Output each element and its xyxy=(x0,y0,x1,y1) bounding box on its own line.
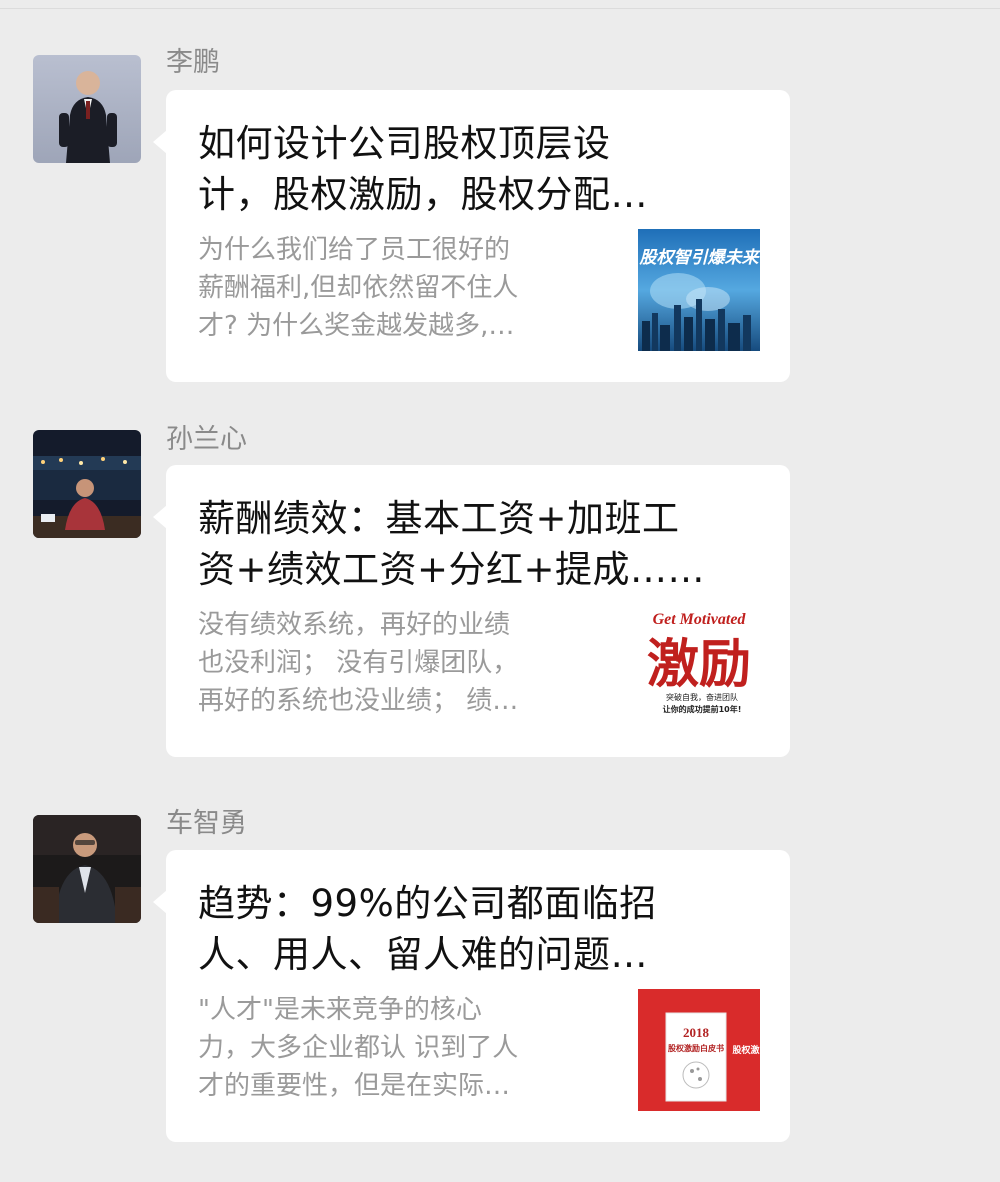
avatar[interactable] xyxy=(33,815,141,923)
card-description: "人才"是未来竞争的核心 力，大多企业都认 识到了人 才的重要性，但是在实际… xyxy=(198,995,519,1101)
avatar-photo-man-seated xyxy=(33,815,141,923)
card-description: 没有绩效系统，再好的业绩 也没利润； 没有引爆团队， 再好的系统也没业绩； 绩… xyxy=(198,610,519,716)
card-description: 为什么我们给了员工很好的 薪酬福利,但却依然留不住人 才? 为什么奖金越发越多,… xyxy=(198,235,519,341)
white-paper-book-thumbnail: 2018 股权激励白皮书 股权激 xyxy=(638,989,760,1111)
card-title: 薪酬绩效：基本工资+加班工 资+绩效工资+分红+提成…… xyxy=(198,497,706,591)
thumbnail-side-title: 股权激 xyxy=(732,1044,759,1056)
get-motivated-book-thumbnail: Get Motivated 激励 突破自我，奋进团队 让你的成功提前10年! xyxy=(638,604,760,726)
sender-name: 孙兰心 xyxy=(166,424,247,455)
card-title: 趋势：99%的公司都面临招 人、用人、留人难的问题… xyxy=(198,882,657,976)
sender-name: 车智勇 xyxy=(166,808,247,839)
link-card[interactable]: 趋势：99%的公司都面临招 人、用人、留人难的问题… "人才"是未来竞争的核心 … xyxy=(153,850,790,1142)
card-thumbnail: Get Motivated 激励 突破自我，奋进团队 让你的成功提前10年! xyxy=(638,604,760,726)
thumbnail-text: 股权智引爆未来 xyxy=(639,248,761,267)
avatar[interactable] xyxy=(33,55,141,163)
top-divider xyxy=(0,8,1000,9)
thumbnail-cn-title: 激励 xyxy=(647,635,751,695)
avatar[interactable] xyxy=(33,430,141,538)
sender-name: 李鹏 xyxy=(166,47,220,78)
city-skyline-thumbnail: 股权智引爆未来 xyxy=(638,229,760,351)
thumbnail-book-title: 股权激励白皮书 xyxy=(668,1043,724,1053)
link-card[interactable]: 如何设计公司股权顶层设 计，股权激励，股权分配… 为什么我们给了员工很好的 薪酬… xyxy=(153,90,790,382)
card-thumbnail: 股权智引爆未来 xyxy=(638,229,760,351)
link-card[interactable]: 薪酬绩效：基本工资+加班工 资+绩效工资+分红+提成…… 没有绩效系统，再好的业… xyxy=(153,465,790,757)
thumbnail-line2: 让你的成功提前10年! xyxy=(663,704,742,714)
avatar-photo-man-in-suit xyxy=(33,55,141,163)
thumbnail-line1: 突破自我，奋进团队 xyxy=(666,692,738,702)
thumbnail-year: 2018 xyxy=(683,1025,710,1040)
thumbnail-en-title: Get Motivated xyxy=(653,611,747,628)
card-title: 如何设计公司股权顶层设 计，股权激励，股权分配… xyxy=(198,122,648,216)
card-thumbnail: 2018 股权激励白皮书 股权激 xyxy=(638,989,760,1111)
avatar-photo-woman-night xyxy=(33,430,141,538)
